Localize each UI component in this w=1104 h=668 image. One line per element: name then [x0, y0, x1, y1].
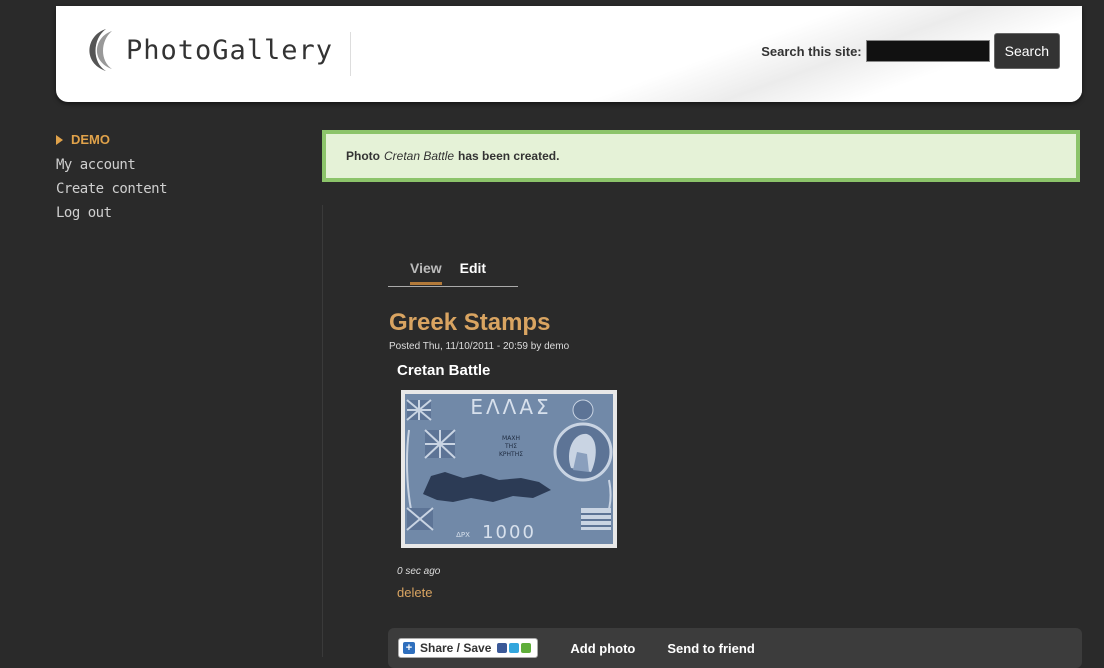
message-suffix: has been created.: [458, 149, 560, 163]
delete-link[interactable]: delete: [397, 585, 432, 600]
twitter-icon: [509, 643, 520, 653]
node-links: + Share / Save Add photo Send to friend: [388, 628, 1082, 668]
plus-icon: +: [403, 642, 415, 654]
sidebar-item-log-out[interactable]: Log out: [56, 205, 296, 221]
content-divider: [322, 205, 323, 657]
social-icons: [497, 643, 533, 653]
node-tabs: View Edit: [388, 258, 518, 287]
stamp-line-3: ΚΡΗΤΗΣ: [499, 451, 523, 458]
photo-title[interactable]: Cretan Battle: [397, 362, 490, 379]
share-more-icon: [521, 643, 532, 653]
stamp-value: 1000: [482, 522, 536, 543]
share-save-label: Share / Save: [420, 641, 492, 655]
user-name: DEMO: [71, 132, 110, 147]
logo-divider: [350, 32, 351, 76]
post-age: 0 sec ago: [397, 566, 441, 577]
sidebar-item-create-content[interactable]: Create content: [56, 181, 296, 197]
search-input[interactable]: [865, 40, 990, 62]
triangle-right-icon: [56, 134, 63, 145]
tab-view[interactable]: View: [410, 258, 442, 285]
tab-edit[interactable]: Edit: [460, 258, 486, 286]
stamp-country: ΕΛΛΑΣ: [470, 395, 551, 419]
logo-text: PhotoGallery: [126, 34, 334, 66]
page-title: Greek Stamps: [389, 309, 551, 336]
search-form: Search this site: Search: [761, 33, 1060, 69]
site-logo[interactable]: PhotoGallery: [76, 26, 333, 74]
send-to-friend-link[interactable]: Send to friend: [667, 641, 754, 656]
add-photo-link[interactable]: Add photo: [570, 641, 635, 656]
user-menu: DEMO My account Create content Log out: [56, 132, 296, 229]
search-button[interactable]: Search: [993, 33, 1060, 69]
facebook-icon: [497, 643, 508, 653]
user-menu-title[interactable]: DEMO: [56, 132, 296, 147]
status-message: Photo Cretan Battle has been created.: [322, 130, 1080, 182]
stamp-line-1: ΜΑΧΗ: [502, 435, 520, 442]
message-prefix: Photo: [346, 149, 380, 163]
posted-info: Posted Thu, 11/10/2011 - 20:59 by demo: [389, 341, 570, 352]
site-header: PhotoGallery Search this site: Search: [56, 6, 1082, 102]
search-label: Search this site:: [761, 43, 862, 59]
message-photo-name: Cretan Battle: [384, 149, 455, 163]
logo-crescent-icon: [89, 29, 112, 71]
stamp-line-2: ΤΗΣ: [504, 443, 517, 450]
stamp-unit: ΔΡΧ: [456, 531, 470, 539]
share-save-button[interactable]: + Share / Save: [398, 638, 539, 658]
stamp-photo[interactable]: ΕΛΛΑΣ ΜΑΧΗ ΤΗΣ ΚΡΗΤΗΣ 1000 ΔΡΧ: [401, 390, 617, 548]
sidebar-item-my-account[interactable]: My account: [56, 157, 296, 173]
